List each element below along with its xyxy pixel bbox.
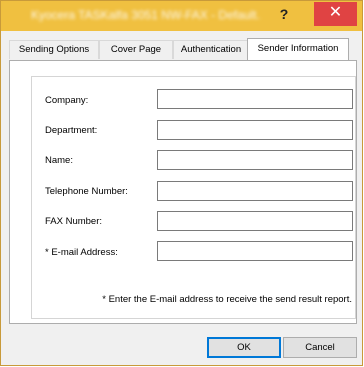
fax-number-label: FAX Number:	[45, 216, 103, 227]
company-label: Company:	[45, 95, 89, 106]
dialog-window: Kyocera TASKalfa 3051 NW-FAX - Default..…	[0, 0, 363, 366]
help-button[interactable]: ?	[271, 4, 297, 26]
department-label: Department:	[45, 125, 98, 136]
name-field[interactable]	[157, 150, 353, 170]
department-field[interactable]	[157, 120, 353, 140]
telephone-number-field[interactable]	[157, 181, 353, 201]
telephone-number-label: Telephone Number:	[45, 186, 128, 197]
tab-cover-page[interactable]: Cover Page	[99, 40, 173, 59]
tab-strip: Sending Options Cover Page Authenticatio…	[9, 38, 357, 61]
name-label: Name:	[45, 155, 73, 166]
close-button[interactable]: ✕	[314, 2, 357, 26]
tab-sender-information[interactable]: Sender Information	[247, 38, 349, 60]
cancel-button[interactable]: Cancel	[283, 337, 357, 358]
tab-sending-options[interactable]: Sending Options	[9, 40, 99, 59]
title-bar: Kyocera TASKalfa 3051 NW-FAX - Default..…	[1, 1, 362, 31]
tab-authentication[interactable]: Authentication	[173, 40, 249, 59]
email-address-label: * E-mail Address:	[45, 247, 118, 258]
fax-number-field[interactable]	[157, 211, 353, 231]
email-note: * Enter the E-mail address to receive th…	[102, 294, 352, 305]
ok-button[interactable]: OK	[207, 337, 281, 358]
email-address-field[interactable]	[157, 241, 353, 261]
company-field[interactable]	[157, 89, 353, 109]
window-title: Kyocera TASKalfa 3051 NW-FAX - Default..…	[31, 8, 261, 22]
